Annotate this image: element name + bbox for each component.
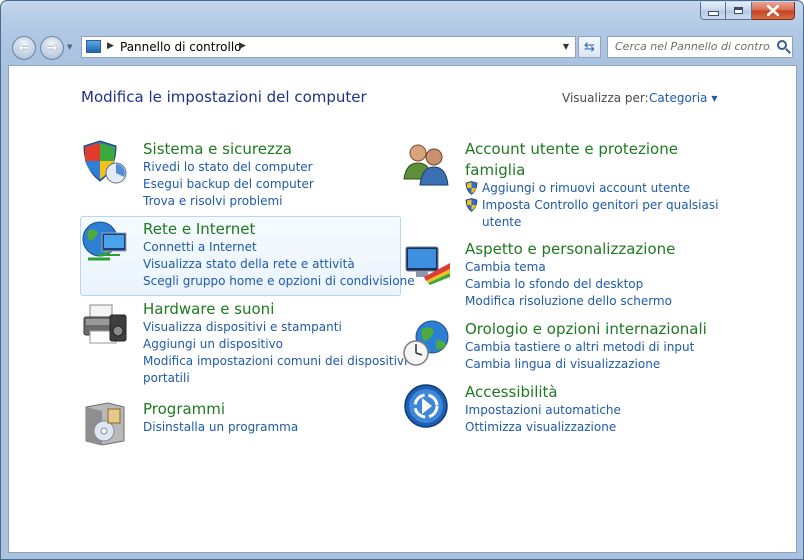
maximize-icon [734,7,743,14]
minimize-icon [707,11,719,16]
link-review-status[interactable]: Rivedi lo stato del computer [143,159,314,176]
chevron-down-icon: ▼ [711,94,718,103]
recent-pages-dropdown[interactable]: ▼ [67,43,72,51]
search-input[interactable]: Cerca nel Pannello di contro... [615,40,771,53]
link-screen-resolution[interactable]: Modifica risoluzione dello schermo [465,293,672,310]
view-by-value: Categoria [649,91,708,105]
network-globe-icon [82,221,127,261]
link-uninstall-program[interactable]: Disinstalla un programma [143,419,298,436]
category-title-accounts-line2[interactable]: famiglia [465,160,525,181]
breadcrumb-arrow-icon[interactable]: ▶ [239,41,246,51]
appearance-monitor-icon [405,246,450,285]
category-title-system[interactable]: Sistema e sicurezza [143,139,292,160]
link-desktop-background[interactable]: Cambia lo sfondo del desktop [465,276,672,293]
category-title-clock[interactable]: Orologio e opzioni internazionali [465,319,707,340]
back-button[interactable]: ← [12,36,36,60]
category-title-ease[interactable]: Accessibilità [465,382,558,403]
uac-shield-icon [465,198,478,212]
address-bar[interactable]: ▶ Pannello di controllo ▶ ▼ [81,36,576,58]
close-icon [767,5,779,16]
search-icon[interactable] [777,40,787,50]
breadcrumb-arrow-icon[interactable]: ▶ [107,41,114,51]
link-change-keyboards[interactable]: Cambia tastiere o altri metodi di input [465,339,694,356]
printer-icon [83,304,127,344]
forward-arrow-icon: → [46,40,58,56]
security-shield-icon [83,140,127,184]
category-title-accounts-line1[interactable]: Account utente e protezione [465,139,678,160]
link-mobility-settings-line1: Modifica impostazioni comuni dei disposi… [143,354,408,368]
link-parental-controls[interactable]: Imposta Controllo genitori per qualsiasi… [465,197,718,231]
page-title: Modifica le impostazioni del computer [81,88,367,106]
link-homegroup[interactable]: Scegli gruppo home e opzioni di condivis… [143,273,415,290]
search-box[interactable]: Cerca nel Pannello di contro... [607,36,793,58]
view-by-dropdown[interactable]: Categoria ▼ [649,91,718,105]
clock-globe-icon [403,320,449,366]
link-change-theme[interactable]: Cambia tema [465,259,672,276]
link-parental-controls-line2: utente [482,215,522,229]
link-mobility-settings-line2: portatili [143,371,190,385]
link-add-device[interactable]: Aggiungi un dispositivo [143,336,407,353]
refresh-button[interactable]: ⇆ [578,36,601,58]
link-auto-settings[interactable]: Impostazioni automatiche [465,402,621,419]
programs-box-icon [85,402,125,446]
category-title-appearance[interactable]: Aspetto e personalizzazione [465,239,675,260]
maximize-button[interactable] [726,2,752,20]
close-button[interactable] [752,2,795,20]
refresh-icon: ⇆ [584,39,595,55]
link-add-remove-accounts[interactable]: Aggiungi o rimuovi account utente [465,180,718,197]
link-add-remove-accounts-text: Aggiungi o rimuovi account utente [482,181,691,195]
link-display-language[interactable]: Cambia lingua di visualizzazione [465,356,694,373]
minimize-button[interactable] [700,2,726,20]
link-devices-printers[interactable]: Visualizza dispositivi e stampanti [143,319,407,336]
link-parental-controls-line1: Imposta Controllo genitori per qualsiasi [482,198,719,212]
view-by-label: Visualizza per: [562,91,649,105]
users-icon [403,144,449,186]
uac-shield-icon [465,181,478,195]
caption-buttons [700,2,795,21]
control-panel-icon [86,40,101,53]
content-area: Modifica le impostazioni del computer Vi… [8,65,797,553]
link-backup[interactable]: Esegui backup del computer [143,176,314,193]
ease-of-access-icon [404,384,448,428]
category-title-network[interactable]: Rete e Internet [143,219,255,240]
category-title-hardware[interactable]: Hardware e suoni [143,299,274,320]
link-troubleshoot[interactable]: Trova e risolvi problemi [143,193,314,210]
breadcrumb-control-panel[interactable]: Pannello di controllo [120,40,242,54]
address-dropdown-icon[interactable]: ▼ [563,42,569,51]
link-optimize-display[interactable]: Ottimizza visualizzazione [465,419,621,436]
forward-button[interactable]: → [40,36,64,60]
back-arrow-icon: ← [18,40,30,56]
category-title-programs[interactable]: Programmi [143,399,225,420]
link-connect-internet[interactable]: Connetti a Internet [143,239,415,256]
control-panel-window: ← → ▼ ▶ Pannello di controllo ▶ ▼ ⇆ Cerc… [0,0,804,560]
link-network-status[interactable]: Visualizza stato della rete e attività [143,256,415,273]
link-mobility-settings[interactable]: Modifica impostazioni comuni dei disposi… [143,353,407,387]
